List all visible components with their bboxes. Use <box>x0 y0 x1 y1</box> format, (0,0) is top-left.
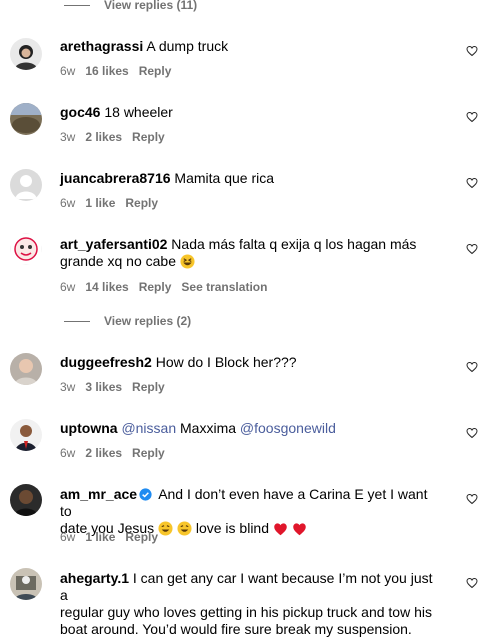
view-replies-button[interactable]: View replies (11) <box>104 0 197 12</box>
comment-meta: 6w 2 likes Reply <box>60 446 165 460</box>
likes-count[interactable]: 1 like <box>85 530 115 544</box>
heart-icon[interactable] <box>466 243 478 255</box>
reply-button[interactable]: Reply <box>132 130 165 144</box>
red-heart-icon <box>293 523 306 536</box>
comment-text: 18 wheeler <box>104 104 173 120</box>
avatar[interactable] <box>10 568 42 600</box>
likes-count[interactable]: 2 likes <box>85 446 122 460</box>
reply-button[interactable]: Reply <box>125 196 158 210</box>
reply-button[interactable]: Reply <box>132 446 165 460</box>
divider-line <box>64 4 90 6</box>
comment-meta: 3w 3 likes Reply <box>60 380 165 394</box>
username[interactable]: duggeefresh2 <box>60 354 152 370</box>
comment-text-line2: regular guy who loves getting in his pic… <box>60 604 432 620</box>
likes-count[interactable]: 16 likes <box>85 64 128 78</box>
likes-count[interactable]: 1 like <box>85 196 115 210</box>
heart-icon[interactable] <box>466 45 478 57</box>
timestamp: 6w <box>60 446 76 460</box>
avatar[interactable] <box>10 233 42 265</box>
comment-meta: 6w 14 likes Reply See translation <box>60 280 267 294</box>
view-replies-row[interactable]: View replies (2) <box>64 314 191 328</box>
verified-badge-icon <box>139 488 152 501</box>
heart-icon[interactable] <box>466 493 478 505</box>
view-replies-row[interactable]: View replies (11) <box>64 0 197 12</box>
divider-line <box>64 320 90 322</box>
comment-text: Maxxima <box>180 420 237 436</box>
comment-text-line2: grande xq no cabe <box>60 253 176 269</box>
reply-button[interactable]: Reply <box>139 64 172 78</box>
avatar[interactable] <box>10 353 42 385</box>
avatar[interactable] <box>10 484 42 516</box>
mention-link[interactable]: @nissan <box>121 420 176 436</box>
avatar[interactable] <box>10 169 42 201</box>
rolling-laughing-face-icon <box>158 521 173 536</box>
rolling-laughing-face-icon <box>177 521 192 536</box>
comment-text: A dump truck <box>146 38 229 54</box>
likes-count[interactable]: 14 likes <box>85 280 128 294</box>
mention-link[interactable]: @foosgonewild <box>240 420 336 436</box>
username[interactable]: goc46 <box>60 104 100 120</box>
comment-meta: 6w 1 like Reply <box>60 530 158 544</box>
timestamp: 3w <box>60 130 76 144</box>
see-translation-button[interactable]: See translation <box>181 280 267 294</box>
timestamp: 6w <box>60 530 76 544</box>
reply-button[interactable]: Reply <box>125 530 158 544</box>
comment-meta: 6w 1 like Reply <box>60 196 158 210</box>
reply-button[interactable]: Reply <box>132 380 165 394</box>
comment-text-line3: boat around. You’d would fire sure break… <box>60 621 412 637</box>
comment-text-line2b: love is blind <box>195 520 269 536</box>
username[interactable]: arethagrassi <box>60 38 143 54</box>
heart-icon[interactable] <box>466 427 478 439</box>
avatar[interactable] <box>10 38 42 70</box>
comment-text: How do I Block her??? <box>155 354 297 370</box>
likes-count[interactable]: 3 likes <box>85 380 122 394</box>
heart-icon[interactable] <box>466 111 478 123</box>
comment-meta: 6w 16 likes Reply <box>60 64 171 78</box>
red-heart-icon <box>274 523 287 536</box>
username[interactable]: uptowna <box>60 420 118 436</box>
avatar[interactable] <box>10 103 42 135</box>
comment-meta: 3w 2 likes Reply <box>60 130 165 144</box>
likes-count[interactable]: 2 likes <box>85 130 122 144</box>
reply-button[interactable]: Reply <box>139 280 172 294</box>
avatar[interactable] <box>10 419 42 451</box>
username[interactable]: am_mr_ace <box>60 486 137 502</box>
heart-icon[interactable] <box>466 177 478 189</box>
username[interactable]: art_yafersanti02 <box>60 236 167 252</box>
heart-icon[interactable] <box>466 361 478 373</box>
username[interactable]: juancabrera8716 <box>60 170 171 186</box>
comment-text: Mamita que rica <box>174 170 275 186</box>
heart-icon[interactable] <box>466 577 478 589</box>
comment-text-line1: Nada más falta q exija q los hagan más <box>171 236 417 252</box>
view-replies-button[interactable]: View replies (2) <box>104 314 191 328</box>
username[interactable]: ahegarty.1 <box>60 570 129 586</box>
timestamp: 3w <box>60 380 76 394</box>
timestamp: 6w <box>60 280 76 294</box>
timestamp: 6w <box>60 196 76 210</box>
timestamp: 6w <box>60 64 76 78</box>
grinning-squinting-face-icon <box>180 254 195 269</box>
